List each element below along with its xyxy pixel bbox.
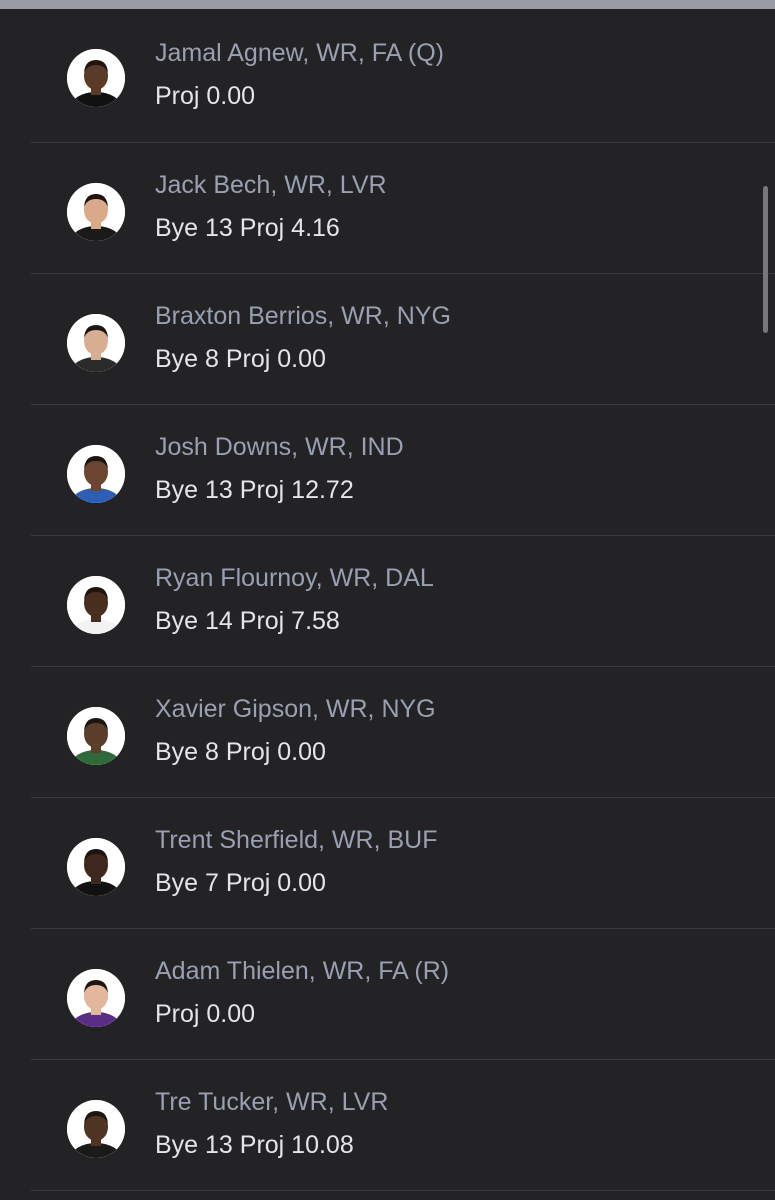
player-avatar [67,49,125,107]
headshot-icon [67,445,125,503]
player-avatar [67,969,125,1027]
headshot-icon [67,183,125,241]
player-name[interactable]: Tre Tucker, WR, LVR [155,1088,388,1117]
player-info: Bye 14 Proj 7.58 [155,607,340,635]
player-info: Bye 8 Proj 0.00 [155,345,326,373]
player-row[interactable]: Jack Bech, WR, LVR Bye 13 Proj 4.16 [31,143,775,274]
player-name[interactable]: Xavier Gipson, WR, NYG [155,695,436,724]
player-info: Bye 13 Proj 10.08 [155,1131,354,1159]
headshot-icon [67,576,125,634]
player-name[interactable]: Jack Bech, WR, LVR [155,171,387,200]
player-avatar [67,838,125,896]
top-bar [0,0,775,9]
player-avatar [67,445,125,503]
player-avatar [67,1100,125,1158]
player-row[interactable]: Tre Tucker, WR, LVR Bye 13 Proj 10.08 [31,1060,775,1191]
player-row[interactable]: Jamal Agnew, WR, FA (Q) Proj 0.00 [31,9,775,143]
player-name[interactable]: Ryan Flournoy, WR, DAL [155,564,434,593]
player-info: Bye 8 Proj 0.00 [155,738,326,766]
headshot-icon [67,314,125,372]
player-name[interactable]: Josh Downs, WR, IND [155,433,404,462]
player-avatar [67,707,125,765]
headshot-icon [67,969,125,1027]
player-name[interactable]: Trent Sherfield, WR, BUF [155,826,437,855]
player-name[interactable]: Braxton Berrios, WR, NYG [155,302,451,331]
player-list[interactable]: Jamal Agnew, WR, FA (Q) Proj 0.00 Jack B… [0,9,775,1191]
player-row[interactable]: Josh Downs, WR, IND Bye 13 Proj 12.72 [31,405,775,536]
player-row[interactable]: Adam Thielen, WR, FA (R) Proj 0.00 [31,929,775,1060]
player-avatar [67,576,125,634]
scrollbar-thumb[interactable] [763,186,768,333]
player-row[interactable]: Ryan Flournoy, WR, DAL Bye 14 Proj 7.58 [31,536,775,667]
player-row[interactable]: Trent Sherfield, WR, BUF Bye 7 Proj 0.00 [31,798,775,929]
player-avatar [67,183,125,241]
player-info: Proj 0.00 [155,82,256,110]
player-info: Bye 7 Proj 0.00 [155,869,326,897]
headshot-icon [67,49,125,107]
headshot-icon [67,1100,125,1158]
player-info: Bye 13 Proj 12.72 [155,476,354,504]
player-info: Proj 0.00 [155,1000,256,1028]
player-row[interactable]: Xavier Gipson, WR, NYG Bye 8 Proj 0.00 [31,667,775,798]
player-info: Bye 13 Proj 4.16 [155,214,340,242]
player-name[interactable]: Adam Thielen, WR, FA (R) [155,957,449,986]
player-name[interactable]: Jamal Agnew, WR, FA (Q) [155,39,444,68]
headshot-icon [67,838,125,896]
player-avatar [67,314,125,372]
player-row[interactable]: Braxton Berrios, WR, NYG Bye 8 Proj 0.00 [31,274,775,405]
headshot-icon [67,707,125,765]
